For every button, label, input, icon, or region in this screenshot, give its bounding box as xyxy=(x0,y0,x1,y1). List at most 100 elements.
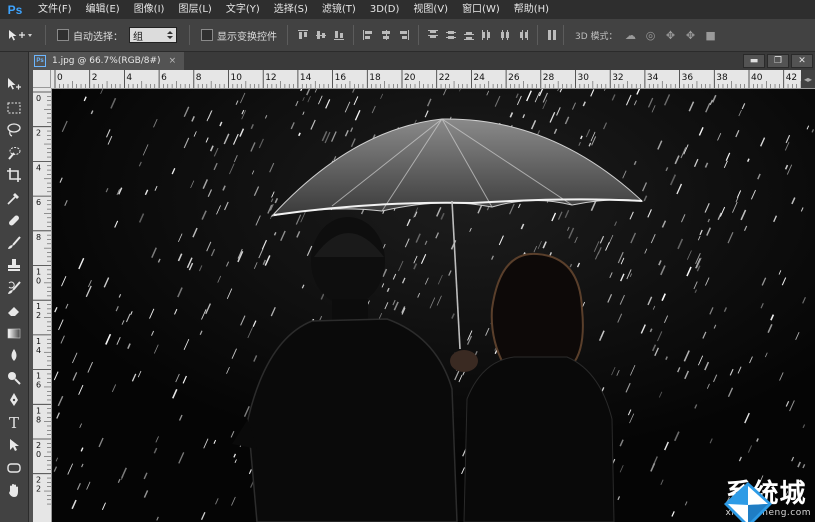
show-transform-label: 显示变换控件 xyxy=(217,31,277,43)
toolbar-grip[interactable] xyxy=(0,52,28,74)
menu-help[interactable]: 帮助(H) xyxy=(506,0,555,19)
clone-stamp-tool[interactable] xyxy=(0,254,28,277)
ruler-label: 40 xyxy=(751,73,763,83)
menu-type[interactable]: 文字(Y) xyxy=(218,0,266,19)
align-bottom-edges-icon[interactable] xyxy=(333,29,345,41)
ruler-label: 1 xyxy=(36,302,41,311)
brush-icon xyxy=(8,236,21,249)
pen-icon xyxy=(10,393,18,407)
vertical-ruler[interactable]: 0246810121416182022 xyxy=(33,88,52,522)
quick-select-icon xyxy=(8,146,21,160)
marquee-icon xyxy=(7,102,21,114)
rounded-rect-icon xyxy=(7,463,21,473)
distribute-horizontal-centers-icon[interactable] xyxy=(499,29,511,41)
3d-slide-icon[interactable]: ✥ xyxy=(684,28,698,42)
dodge-tool[interactable] xyxy=(0,367,28,390)
separator xyxy=(45,25,46,45)
distribute-vertical-centers-icon[interactable] xyxy=(445,29,457,41)
close-button[interactable]: ✕ xyxy=(791,54,813,68)
distribute-bottom-icon[interactable] xyxy=(463,29,475,41)
document-tab[interactable]: Ps 1.jpg @ 66.7%(RGB/8#) × xyxy=(29,52,185,70)
shape-tool[interactable] xyxy=(0,457,28,480)
restore-button[interactable]: ❐ xyxy=(767,54,789,68)
pen-tool[interactable] xyxy=(0,389,28,412)
quick-select-tool[interactable] xyxy=(0,142,28,165)
ruler-label: 26 xyxy=(508,73,520,83)
show-transform-checkbox[interactable] xyxy=(201,29,213,41)
ruler-label: 2 xyxy=(92,73,98,83)
ruler-label: 2 xyxy=(36,476,41,485)
menu-window[interactable]: 窗口(W) xyxy=(454,0,506,19)
lasso-icon xyxy=(7,123,21,137)
move-tool[interactable] xyxy=(0,74,28,97)
ruler-label: 2 xyxy=(36,129,41,138)
menu-bar: Ps 文件(F) 编辑(E) 图像(I) 图层(L) 文字(Y) 选择(S) 滤… xyxy=(0,0,815,19)
crop-icon xyxy=(7,168,21,183)
ruler-label: 14 xyxy=(300,73,312,83)
document-canvas[interactable]: 系统城 xitongcheng.com xyxy=(52,89,815,522)
gradient-tool[interactable] xyxy=(0,322,28,345)
distribute-top-icon[interactable] xyxy=(427,29,439,41)
healing-brush-tool[interactable] xyxy=(0,209,28,232)
separator xyxy=(287,25,288,45)
bandage-icon xyxy=(9,215,19,226)
crop-tool[interactable] xyxy=(0,164,28,187)
minimize-button[interactable]: ▬ xyxy=(743,54,765,68)
horizontal-ruler[interactable]: 0246810121416182022242628303234363840424… xyxy=(51,70,815,89)
ruler-label: 2 xyxy=(36,485,41,494)
menu-layer[interactable]: 图层(L) xyxy=(170,0,217,19)
ruler-label: 24 xyxy=(473,73,485,83)
auto-align-layers-icon[interactable] xyxy=(546,29,558,41)
3d-roll-icon[interactable]: ◎ xyxy=(644,28,658,42)
3d-rotate-icon[interactable]: ☁ xyxy=(624,28,638,42)
align-vertical-centers-icon[interactable] xyxy=(315,29,327,41)
marquee-tool[interactable] xyxy=(0,97,28,120)
eraser-tool[interactable] xyxy=(0,299,28,322)
lasso-tool[interactable] xyxy=(0,119,28,142)
options-bar: 自动选择： 组 显示变换控件 3D 模式： ☁ ◎ ✥ ✥ ■ xyxy=(0,19,815,52)
eyedropper-tool[interactable] xyxy=(0,187,28,210)
menu-filter[interactable]: 滤镜(T) xyxy=(314,0,362,19)
type-icon: T xyxy=(8,413,19,432)
align-top-edges-icon[interactable] xyxy=(297,29,309,41)
ruler-label: 0 xyxy=(57,73,63,83)
gradient-icon xyxy=(7,328,21,339)
align-buttons xyxy=(297,25,558,45)
align-right-edges-icon[interactable] xyxy=(398,29,410,41)
close-tab-icon[interactable]: × xyxy=(169,56,177,66)
menu-edit[interactable]: 编辑(E) xyxy=(78,0,126,19)
brush-tool[interactable] xyxy=(0,232,28,255)
blur-tool[interactable] xyxy=(0,344,28,367)
dodge-icon xyxy=(8,371,21,385)
ruler-label: 34 xyxy=(647,73,659,83)
ruler-label: 4 xyxy=(36,163,41,172)
stamp-icon xyxy=(8,259,20,272)
hand-tool[interactable] xyxy=(0,479,28,502)
ruler-label: 38 xyxy=(716,73,728,83)
align-left-edges-icon[interactable] xyxy=(362,29,374,41)
type-tool[interactable]: T xyxy=(0,412,28,435)
distribute-left-icon[interactable] xyxy=(481,29,493,41)
scroll-arrows-icon[interactable]: ◂▸ xyxy=(801,70,815,88)
ruler-label: 1 xyxy=(36,268,41,277)
auto-select-dropdown[interactable]: 组 xyxy=(129,27,177,43)
distribute-right-icon[interactable] xyxy=(517,29,529,41)
ruler-label: 0 xyxy=(36,277,41,286)
menu-select[interactable]: 选择(S) xyxy=(266,0,314,19)
3d-scale-icon[interactable]: ■ xyxy=(704,28,718,42)
path-selection-tool[interactable] xyxy=(0,434,28,457)
menu-view[interactable]: 视图(V) xyxy=(405,0,454,19)
menu-3d[interactable]: 3D(D) xyxy=(362,0,406,19)
auto-select-checkbox[interactable] xyxy=(57,29,69,41)
3d-pan-icon[interactable]: ✥ xyxy=(664,28,678,42)
ruler-origin[interactable] xyxy=(33,70,51,88)
menu-file[interactable]: 文件(F) xyxy=(30,0,78,19)
align-horizontal-centers-icon[interactable] xyxy=(380,29,392,41)
separator xyxy=(537,25,538,45)
ruler-label: 4 xyxy=(126,73,132,83)
move-icon xyxy=(8,78,21,90)
history-brush-tool[interactable] xyxy=(0,277,28,300)
menu-image[interactable]: 图像(I) xyxy=(126,0,171,19)
tool-preset-picker[interactable] xyxy=(0,19,40,51)
updown-arrow-icon xyxy=(167,31,173,39)
